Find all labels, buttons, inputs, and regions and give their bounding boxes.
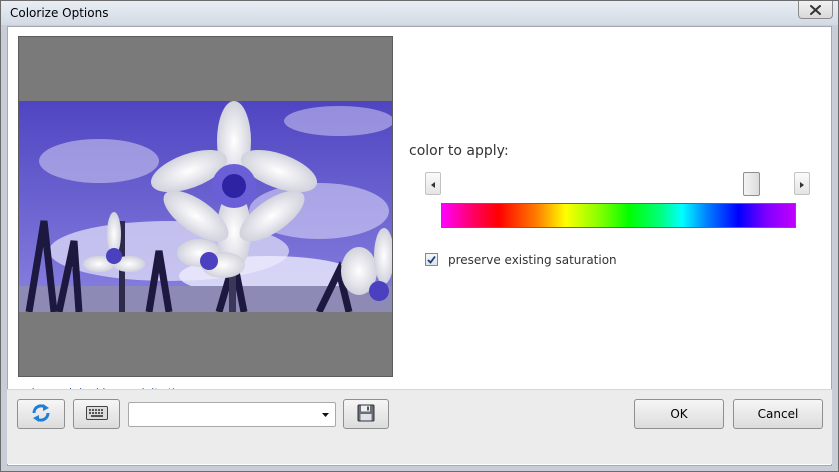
checkmark-icon [427, 253, 436, 267]
preserve-saturation-label[interactable]: preserve existing saturation [448, 253, 617, 267]
color-to-apply-label: color to apply: [409, 143, 509, 159]
keyboard-icon [85, 405, 108, 423]
preserve-saturation-checkbox[interactable] [425, 253, 438, 266]
window-title: Colorize Options [10, 6, 109, 20]
arrow-right-icon [800, 177, 804, 191]
colorize-options-dialog: Colorize Options color to apply: preserv… [0, 0, 839, 472]
hue-scroll-left-button[interactable] [425, 172, 441, 195]
image-preview [18, 36, 393, 377]
floppy-disk-icon [357, 404, 375, 425]
close-button[interactable] [798, 1, 833, 19]
hue-slider-track[interactable] [442, 174, 793, 194]
refresh-icon [30, 402, 52, 427]
refresh-button[interactable] [17, 399, 65, 429]
hue-scroll-right-button[interactable] [794, 172, 810, 195]
cancel-button[interactable]: Cancel [733, 399, 823, 429]
preset-dropdown[interactable] [128, 402, 336, 427]
preview-photo [19, 101, 392, 312]
keyboard-button[interactable] [73, 399, 120, 429]
hue-slider-thumb[interactable] [743, 172, 760, 196]
hue-spectrum-bar [441, 203, 796, 228]
ok-button[interactable]: OK [634, 399, 724, 429]
chevron-down-icon[interactable] [317, 405, 333, 424]
close-icon [810, 4, 821, 15]
dialog-footer: OK Cancel [7, 389, 832, 464]
arrow-left-icon [431, 177, 435, 191]
title-bar[interactable]: Colorize Options [1, 1, 838, 25]
save-preset-button[interactable] [343, 399, 389, 429]
